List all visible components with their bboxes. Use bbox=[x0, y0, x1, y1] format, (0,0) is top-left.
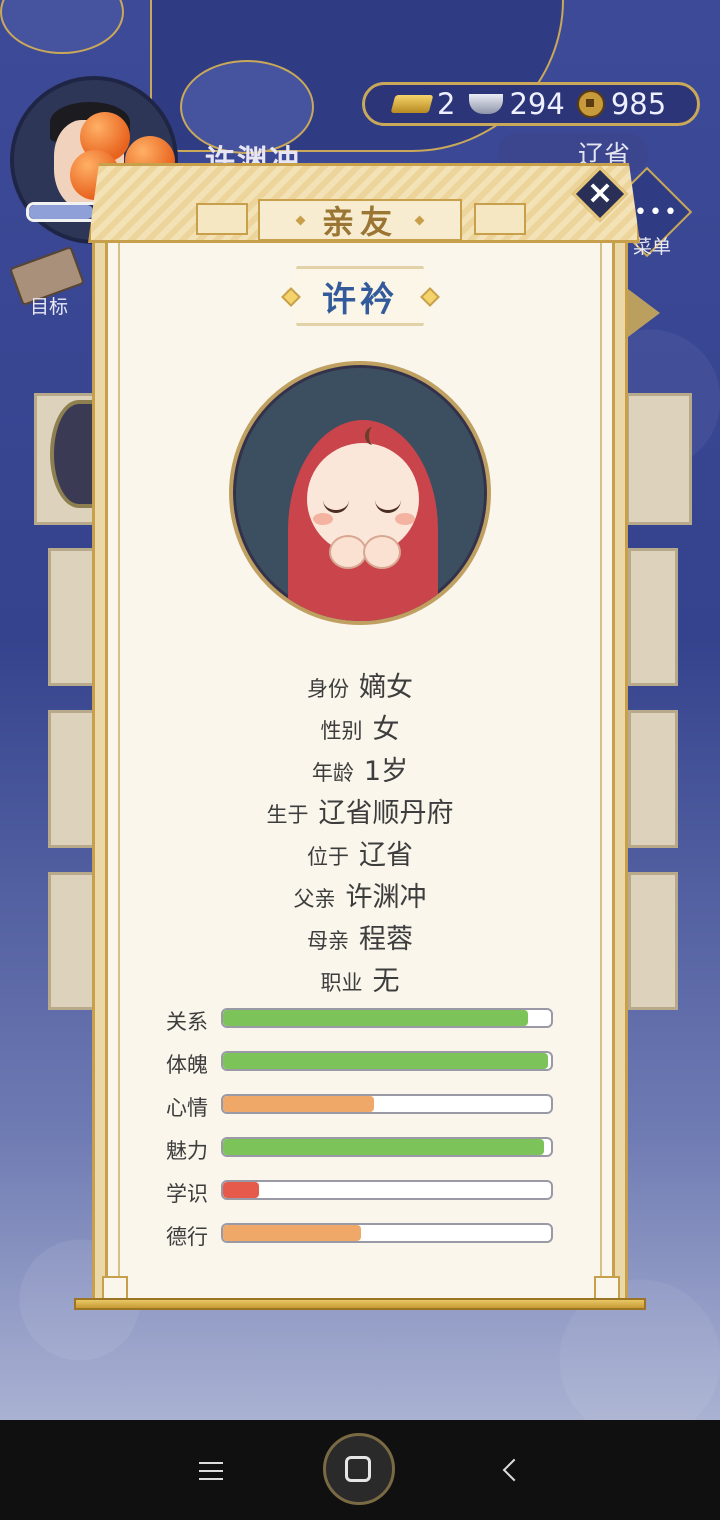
info-key: 性别 bbox=[320, 719, 363, 743]
info-line: 年龄 1岁 bbox=[0, 749, 720, 788]
stat-fill bbox=[223, 1053, 548, 1069]
info-key: 父亲 bbox=[293, 887, 336, 911]
currency-panel: 2 294 985 bbox=[362, 82, 700, 126]
info-key: 职业 bbox=[320, 971, 363, 995]
modal-bottom-rod bbox=[74, 1298, 646, 1310]
info-key: 身份 bbox=[307, 677, 349, 701]
character-name-plate: 许衿 bbox=[285, 266, 435, 326]
character-name: 许衿 bbox=[322, 279, 398, 320]
gold-ingot-icon bbox=[390, 95, 434, 113]
info-line: 父亲 许渊冲 bbox=[0, 875, 720, 914]
info-line: 性别女 bbox=[0, 707, 720, 746]
coin-count: 985 bbox=[610, 87, 667, 121]
stat-fill bbox=[223, 1225, 361, 1241]
info-value: 嫡女 bbox=[359, 672, 413, 703]
stat-fill bbox=[223, 1139, 545, 1155]
stat-fill bbox=[223, 1182, 260, 1198]
stat-label-charm: 魅力 bbox=[166, 1139, 208, 1163]
info-key: 位于 bbox=[307, 845, 349, 869]
copper-coin-icon bbox=[576, 90, 605, 118]
info-key: 生于 bbox=[266, 803, 309, 827]
info-value: 程蓉 bbox=[359, 924, 413, 955]
info-value: 1岁 bbox=[363, 756, 409, 787]
stat-fill bbox=[223, 1010, 529, 1026]
stat-bar-virtue bbox=[221, 1223, 553, 1243]
silver-ingot-icon bbox=[469, 94, 504, 114]
stat-bar-physique bbox=[221, 1051, 553, 1071]
header-ornament bbox=[196, 203, 248, 235]
stat-label-relationship: 关系 bbox=[166, 1010, 208, 1034]
stat-label-mood: 心情 bbox=[166, 1096, 208, 1120]
info-value: 女 bbox=[372, 714, 400, 745]
menu-icon[interactable] bbox=[199, 1462, 223, 1480]
goal-label: 目标 bbox=[30, 296, 69, 318]
info-line: 职业无 bbox=[0, 959, 720, 998]
cheek bbox=[395, 513, 415, 525]
title-dot bbox=[414, 215, 425, 225]
stat-fill bbox=[223, 1096, 374, 1112]
info-value: 无 bbox=[372, 966, 400, 997]
hand bbox=[329, 535, 367, 569]
modal-title: 亲友 bbox=[321, 203, 398, 241]
info-line: 母亲 程蓉 bbox=[0, 917, 720, 956]
silver-count: 294 bbox=[509, 87, 565, 121]
gold-count: 2 bbox=[437, 87, 456, 121]
baby-face bbox=[307, 443, 419, 555]
stat-bar-knowledge bbox=[221, 1180, 553, 1200]
info-value: 许渊冲 bbox=[345, 882, 427, 913]
stat-label-physique: 体魄 bbox=[166, 1053, 208, 1077]
info-line: 身份 嫡女 bbox=[0, 665, 720, 704]
stat-bar-relationship bbox=[221, 1008, 553, 1028]
background-card bbox=[626, 393, 692, 525]
info-line: 位于 辽省 bbox=[0, 833, 720, 872]
stat-bar-charm bbox=[221, 1137, 553, 1157]
hand bbox=[363, 535, 401, 569]
more-dots-icon: ••• bbox=[634, 200, 679, 225]
stat-label-virtue: 德行 bbox=[166, 1225, 208, 1249]
modal-title-plate: 亲友 bbox=[258, 199, 462, 241]
character-portrait bbox=[229, 361, 491, 625]
header-ornament bbox=[474, 203, 526, 235]
home-icon[interactable] bbox=[345, 1456, 371, 1482]
cheek bbox=[313, 513, 333, 525]
stat-bar-mood bbox=[221, 1094, 553, 1114]
info-key: 年龄 bbox=[311, 761, 354, 785]
close-icon[interactable]: × bbox=[585, 172, 615, 212]
info-value: 辽省 bbox=[359, 840, 413, 871]
stat-label-knowledge: 学识 bbox=[166, 1182, 208, 1206]
info-key: 母亲 bbox=[307, 929, 349, 953]
hair-curl bbox=[365, 427, 381, 445]
info-value: 辽省顺丹府 bbox=[318, 798, 454, 829]
title-dot bbox=[295, 215, 306, 225]
info-line: 生于 辽省顺丹府 bbox=[0, 791, 720, 830]
